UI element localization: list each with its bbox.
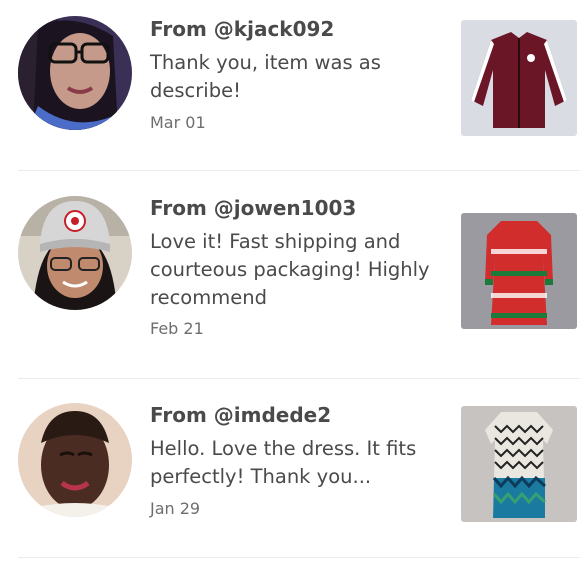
user-avatar[interactable] bbox=[18, 403, 132, 517]
review-message: Love it! Fast shipping and courteous pac… bbox=[150, 230, 430, 309]
review-message: Thank you, item was as describe! bbox=[150, 51, 381, 102]
avatar-photo-icon bbox=[18, 403, 132, 517]
avatar-photo-icon bbox=[18, 16, 132, 130]
user-avatar[interactable] bbox=[18, 16, 132, 130]
user-avatar[interactable] bbox=[18, 196, 132, 310]
review-message: Hello. Love the dress. It fits perfectly… bbox=[150, 437, 417, 488]
review-date: Mar 01 bbox=[150, 113, 206, 132]
avatar-photo-icon bbox=[18, 196, 132, 310]
review-date: Jan 29 bbox=[150, 499, 201, 518]
item-thumbnail[interactable] bbox=[461, 213, 577, 329]
item-thumbnail[interactable] bbox=[461, 406, 577, 522]
review-item[interactable]: From @imdede2 Hello. Love the dress. It … bbox=[0, 379, 580, 557]
review-list: From @kjack092 Thank you, item was as de… bbox=[0, 0, 580, 580]
divider bbox=[18, 557, 580, 558]
review-author[interactable]: From @jowen1003 bbox=[150, 196, 356, 220]
patterned-dress-photo-icon bbox=[461, 406, 577, 522]
review-item[interactable]: From @kjack092 Thank you, item was as de… bbox=[0, 0, 580, 170]
review-author[interactable]: From @imdede2 bbox=[150, 403, 331, 427]
review-item[interactable]: From @jowen1003 Love it! Fast shipping a… bbox=[0, 171, 580, 378]
review-author[interactable]: From @kjack092 bbox=[150, 17, 334, 41]
review-date: Feb 21 bbox=[150, 319, 204, 338]
dress-photo-icon bbox=[461, 213, 577, 329]
jacket-photo-icon bbox=[461, 20, 577, 136]
item-thumbnail[interactable] bbox=[461, 20, 577, 136]
